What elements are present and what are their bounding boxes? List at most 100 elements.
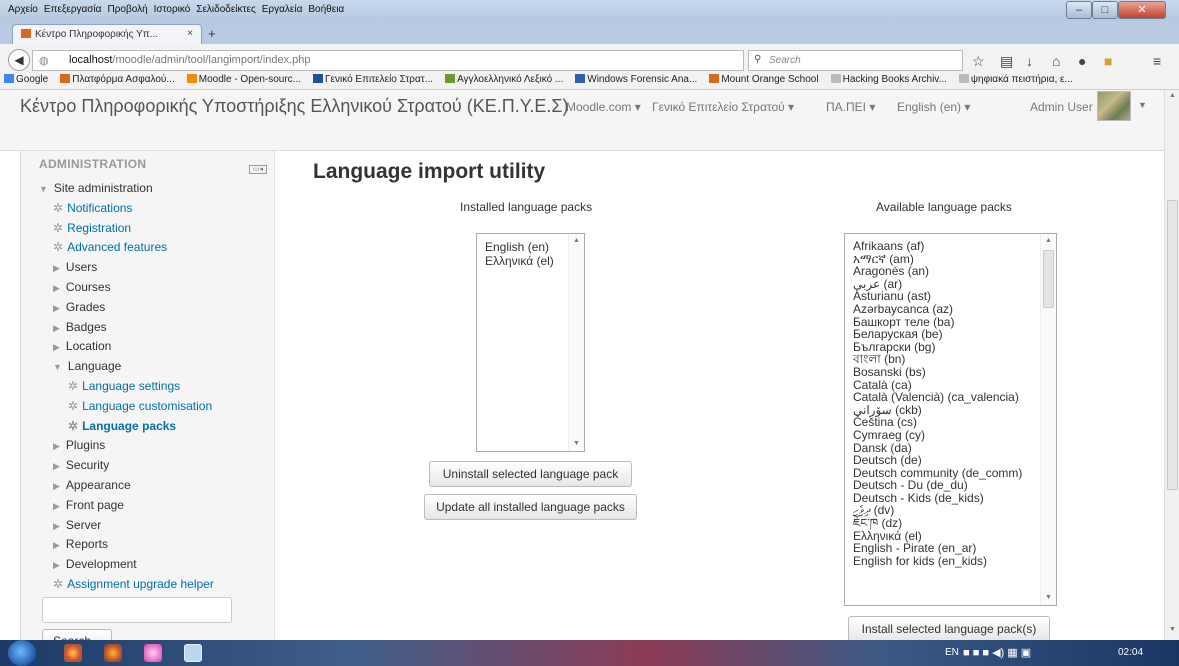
- list-item[interactable]: ཇོང་ཁ (dz): [853, 517, 1056, 530]
- available-packs-list[interactable]: Afrikaans (af) አማርኛ (am) Aragonés (an) عربي…: [844, 233, 1057, 606]
- expanded-caret-icon[interactable]: ▼: [53, 362, 62, 372]
- collapsed-caret-icon[interactable]: ▶: [53, 303, 60, 313]
- bookmark-item[interactable]: Windows Forensic Ana...: [575, 74, 703, 85]
- scroll-thumb[interactable]: [1167, 200, 1178, 490]
- sidebar-item[interactable]: ✲ Advanced features: [53, 240, 167, 254]
- collapsed-caret-icon[interactable]: ▶: [53, 263, 60, 273]
- sidebar-item[interactable]: ✲ Language customisation: [68, 399, 212, 413]
- bookmark-item[interactable]: Πλατφόρμα Ασφαλού...: [60, 74, 181, 85]
- sidebar-item[interactable]: ✲ Notifications: [53, 201, 132, 215]
- sidebar-item[interactable]: ✲ Language packs: [68, 419, 176, 433]
- menu-general-staff[interactable]: Γενικό Επιτελείο Στρατού ▾: [652, 100, 794, 114]
- chevron-down-icon[interactable]: ▼: [1138, 100, 1147, 110]
- collapsed-caret-icon[interactable]: ▶: [53, 283, 60, 293]
- install-language-pack-button[interactable]: Install selected language pack(s): [848, 616, 1050, 642]
- site-info-icon[interactable]: ◍: [39, 54, 49, 67]
- language-menu[interactable]: English (en) ▾: [897, 100, 970, 114]
- explorer-taskbar-icon[interactable]: [184, 644, 202, 662]
- list-item[interactable]: Беларуская (be): [853, 328, 1056, 341]
- chat-icon[interactable]: ●: [1078, 53, 1086, 69]
- page-scrollbar[interactable]: ▲ ▼: [1164, 90, 1179, 640]
- browser-menu-item[interactable]: Αρχείο: [8, 4, 38, 15]
- browser-menu-item[interactable]: Προβολή: [107, 4, 147, 15]
- sidebar-item[interactable]: ▶ Front page: [53, 498, 124, 512]
- bookmark-item[interactable]: Γενικό Επιτελείο Στρατ...: [313, 74, 439, 85]
- list-item[interactable]: Azərbaycanca (az): [853, 303, 1056, 316]
- back-arrow-icon[interactable]: ◀: [8, 49, 30, 71]
- list-item[interactable]: Aragonés (an): [853, 265, 1056, 278]
- bookmark-item[interactable]: Moodle - Open-sourc...: [186, 74, 307, 85]
- sidebar-item[interactable]: ▶ Server: [53, 518, 101, 532]
- sidebar-item[interactable]: ▶ Security: [53, 458, 109, 472]
- scroll-down-icon[interactable]: ▼: [1041, 591, 1056, 605]
- collapsed-caret-icon[interactable]: ▶: [53, 521, 60, 531]
- collapsed-caret-icon[interactable]: ▶: [53, 441, 60, 451]
- admin-search-input[interactable]: [42, 597, 232, 623]
- sidebar-item[interactable]: ▶ Plugins: [53, 438, 105, 452]
- download-icon[interactable]: ↓: [1026, 53, 1033, 69]
- menu-hamburger-icon[interactable]: ≡: [1153, 53, 1161, 69]
- browser-menu-item[interactable]: Ιστορικό: [154, 4, 191, 15]
- collapsed-caret-icon[interactable]: ▶: [53, 461, 60, 471]
- scroll-up-icon[interactable]: ▲: [1041, 234, 1056, 248]
- installed-packs-list[interactable]: English (en) Ελληνικά (el) ▲ ▼: [476, 233, 585, 452]
- bookmark-item[interactable]: Mount Orange School: [709, 74, 824, 85]
- bookmark-item[interactable]: Αγγλοελληνικό Λεξικό ...: [445, 74, 569, 85]
- scroll-up-icon[interactable]: ▲: [569, 234, 584, 248]
- new-tab-icon[interactable]: +: [208, 26, 216, 41]
- clock[interactable]: 02:04: [1118, 647, 1143, 658]
- firefox-taskbar-icon[interactable]: [104, 644, 122, 662]
- collapsed-caret-icon[interactable]: ▶: [53, 560, 60, 570]
- address-bar[interactable]: ◍ localhost/moodle/admin/tool/langimport…: [32, 50, 763, 71]
- sidebar-item[interactable]: ▶ Courses: [53, 280, 111, 294]
- minimize-button[interactable]: –: [1066, 1, 1092, 19]
- browser-menu-item[interactable]: Βοήθεια: [308, 4, 344, 15]
- user-name[interactable]: Admin User: [1030, 100, 1093, 114]
- list-item[interactable]: Afrikaans (af): [853, 240, 1056, 253]
- list-scrollbar[interactable]: ▲ ▼: [568, 234, 584, 451]
- collapsed-caret-icon[interactable]: ▶: [53, 481, 60, 491]
- browser-menu-item[interactable]: Εργαλεία: [262, 4, 303, 15]
- maximize-button[interactable]: □: [1092, 1, 1118, 19]
- sidebar-item[interactable]: ▼ Site administration: [39, 181, 153, 195]
- collapsed-caret-icon[interactable]: ▶: [53, 342, 60, 352]
- sidebar-item[interactable]: ✲ Registration: [53, 221, 131, 235]
- avatar[interactable]: [1097, 91, 1131, 121]
- collapsed-caret-icon[interactable]: ▶: [53, 501, 60, 511]
- scroll-thumb[interactable]: [1043, 250, 1054, 308]
- system-tray-icons[interactable]: ■ ■ ■ ◀) ▦ ▣: [963, 646, 1031, 659]
- list-item[interactable]: Català (Valencià) (ca_valencia): [853, 391, 1056, 404]
- bookmark-item[interactable]: Hacking Books Archiv...: [830, 74, 953, 85]
- close-window-button[interactable]: ✕: [1118, 1, 1166, 19]
- start-button[interactable]: [8, 640, 36, 666]
- browser-search-input[interactable]: ⚲ Search: [748, 50, 963, 71]
- list-item[interactable]: English - Pirate (en_ar): [853, 542, 1056, 555]
- close-tab-icon[interactable]: ×: [187, 28, 193, 39]
- bookmark-star-icon[interactable]: ☆: [972, 53, 985, 70]
- collapsed-caret-icon[interactable]: ▶: [53, 540, 60, 550]
- home-icon[interactable]: ⌂: [1052, 53, 1060, 69]
- sidebar-item[interactable]: ✲ Assignment upgrade helper: [53, 577, 214, 591]
- scroll-down-icon[interactable]: ▼: [569, 437, 584, 451]
- collapsed-caret-icon[interactable]: ▶: [53, 323, 60, 333]
- sidebar-item[interactable]: ▶ Development: [53, 557, 137, 571]
- list-item[interactable]: Deutsch (de): [853, 454, 1056, 467]
- sidebar-item[interactable]: ▼ Language: [53, 359, 121, 373]
- list-item[interactable]: Cymraeg (cy): [853, 429, 1056, 442]
- sidebar-item[interactable]: ▶ Appearance: [53, 478, 131, 492]
- menu-moodle-com[interactable]: Moodle.com ▾: [566, 100, 641, 114]
- sidebar-item[interactable]: ▶ Location: [53, 339, 111, 353]
- browser-menu-item[interactable]: Επεξεργασία: [44, 4, 102, 15]
- sidebar-item[interactable]: ▶ Badges: [53, 320, 107, 334]
- block-controls-icon[interactable]: ▭◂: [249, 165, 267, 174]
- bookmark-item[interactable]: Google: [4, 74, 54, 85]
- list-item[interactable]: Bosanski (bs): [853, 366, 1056, 379]
- list-scrollbar[interactable]: ▲ ▼: [1040, 234, 1056, 605]
- list-item[interactable]: English for kids (en_kids): [853, 555, 1056, 568]
- app-taskbar-icon[interactable]: [144, 644, 162, 662]
- update-language-packs-button[interactable]: Update all installed language packs: [424, 494, 637, 520]
- menu-papei[interactable]: ΠΑ.ΠΕΙ ▾: [826, 100, 875, 114]
- chrome-taskbar-icon[interactable]: [64, 644, 82, 662]
- sidebar-item[interactable]: ▶ Grades: [53, 300, 105, 314]
- browser-tab[interactable]: Κέντρο Πληροφορικής Υπ... ×: [12, 24, 202, 44]
